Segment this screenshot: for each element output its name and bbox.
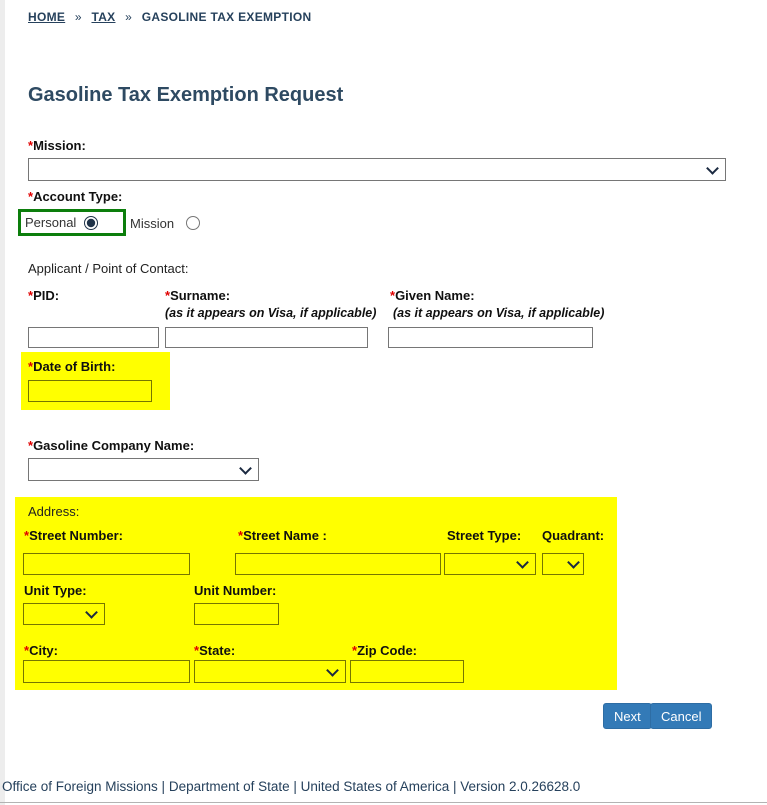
- street-type-select[interactable]: [444, 553, 536, 575]
- applicant-section-heading: Applicant / Point of Contact:: [28, 261, 189, 276]
- next-button[interactable]: Next: [603, 703, 652, 729]
- zip-code-input[interactable]: [350, 660, 464, 683]
- breadcrumb-tax-link[interactable]: TAX: [91, 10, 115, 24]
- gas-company-select-wrap: [28, 458, 259, 481]
- pid-input[interactable]: [28, 327, 159, 348]
- zip-code-label: *Zip Code:: [352, 643, 417, 658]
- account-type-label: *Account Type:: [28, 189, 123, 204]
- cancel-button[interactable]: Cancel: [650, 703, 713, 729]
- unit-type-select[interactable]: [23, 603, 105, 625]
- street-type-label: Street Type:: [447, 528, 522, 543]
- gasoline-tax-exemption-page: HOME » TAX » GASOLINE TAX EXEMPTION Gaso…: [0, 0, 767, 805]
- mission-select[interactable]: [28, 158, 726, 181]
- surname-input[interactable]: [165, 327, 368, 348]
- surname-label: *Surname:: [165, 288, 231, 303]
- gas-company-label: *Gasoline Company Name:: [28, 438, 195, 453]
- mission-radio[interactable]: [186, 216, 201, 230]
- personal-radio-focus-box: Personal: [18, 209, 126, 236]
- city-input[interactable]: [23, 660, 190, 683]
- given-name-visa-note: (as it appears on Visa, if applicable): [393, 306, 605, 320]
- street-name-input[interactable]: [235, 553, 441, 575]
- city-label: *City:: [24, 643, 58, 658]
- mission-label: *Mission:: [28, 138, 86, 153]
- footer-text: Office of Foreign Missions | Department …: [2, 779, 581, 794]
- unit-number-label: Unit Number:: [194, 583, 277, 598]
- unit-number-input[interactable]: [194, 603, 279, 625]
- state-select[interactable]: [194, 660, 346, 683]
- street-number-input[interactable]: [23, 553, 190, 575]
- dob-label: *Date of Birth:: [28, 359, 116, 374]
- footer-divider: [0, 802, 767, 803]
- given-name-label: *Given Name:: [390, 288, 475, 303]
- street-name-label: *Street Name :: [238, 528, 327, 543]
- quadrant-select[interactable]: [542, 553, 584, 575]
- street-type-select-wrap: [444, 553, 536, 575]
- state-select-wrap: [194, 660, 346, 683]
- unit-type-select-wrap: [23, 603, 105, 625]
- breadcrumb: HOME » TAX » GASOLINE TAX EXEMPTION: [28, 10, 311, 24]
- mission-radio-option: Mission: [130, 212, 201, 234]
- gas-company-select[interactable]: [28, 458, 259, 481]
- breadcrumb-home-link[interactable]: HOME: [28, 10, 65, 24]
- dob-input[interactable]: [28, 380, 152, 402]
- quadrant-label: Quadrant:: [542, 528, 605, 543]
- mission-radio-label: Mission: [130, 215, 175, 231]
- personal-radio-label: Personal: [25, 215, 77, 230]
- given-name-input[interactable]: [388, 327, 593, 348]
- breadcrumb-separator: »: [125, 10, 133, 24]
- address-section-heading: Address:: [28, 504, 80, 519]
- pid-label: *PID:: [28, 288, 60, 303]
- personal-radio[interactable]: [84, 215, 99, 230]
- breadcrumb-separator: »: [74, 10, 82, 24]
- breadcrumb-current: GASOLINE TAX EXEMPTION: [141, 10, 312, 24]
- page-left-edge: [0, 0, 5, 805]
- quadrant-select-wrap: [542, 553, 584, 575]
- surname-visa-note: (as it appears on Visa, if applicable): [165, 306, 377, 320]
- state-label: *State:: [194, 643, 236, 658]
- page-title: Gasoline Tax Exemption Request: [28, 84, 344, 106]
- street-number-label: *Street Number:: [24, 528, 123, 543]
- unit-type-label: Unit Type:: [24, 583, 87, 598]
- mission-select-wrap: [28, 158, 726, 181]
